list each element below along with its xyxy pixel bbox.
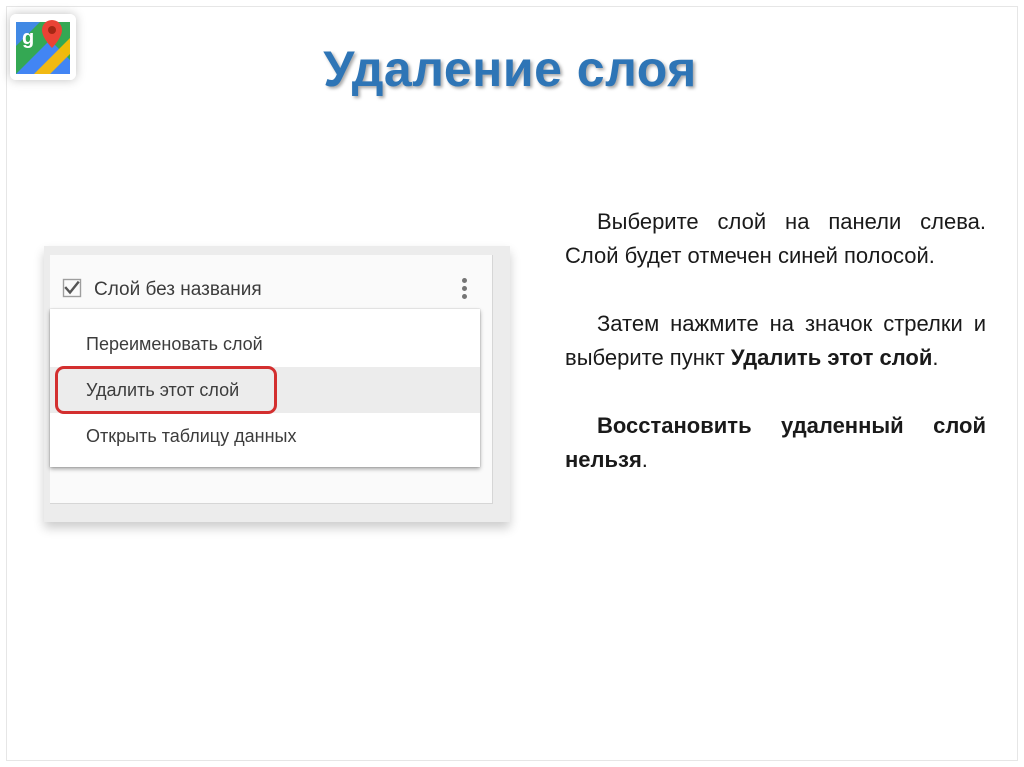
layer-options-menu: Переименовать слой Удалить этот слой Отк… [50,309,480,467]
slide: g Удаление слоя Слой без названия Переим… [0,0,1024,767]
layer-row[interactable]: Слой без названия [50,273,492,305]
instruction-paragraph-2: Затем нажмите на значок стрелки и выбери… [565,307,986,375]
layer-name: Слой без названия [94,279,262,300]
google-my-maps-icon: g [10,14,76,80]
more-vert-icon[interactable] [456,275,474,303]
menu-item-rename-layer[interactable]: Переименовать слой [50,321,480,367]
instruction-2-suffix: . [932,345,939,370]
instruction-2-bold: Удалить этот слой [730,345,933,370]
layer-panel: Слой без названия Переименовать слой Уда… [50,255,493,504]
instruction-3-suffix: . [641,447,648,472]
logo-letter: g [22,27,34,49]
highlight-frame [55,366,277,414]
instruction-3-bold: Восстановить удаленный слой нельзя [565,413,986,472]
page-title: Удаление слоя [323,41,697,97]
checkmark-icon[interactable] [62,278,82,298]
menu-item-open-data-table[interactable]: Открыть таблицу данных [50,413,480,459]
instruction-paragraph-1: Выберите слой на панели слева. Слой буде… [565,209,986,268]
instruction-paragraph-3: Восстановить удаленный слой нельзя. [565,409,986,477]
logo: g [10,14,76,80]
instructions: Выберите слой на панели слева. Слой буде… [565,205,986,511]
